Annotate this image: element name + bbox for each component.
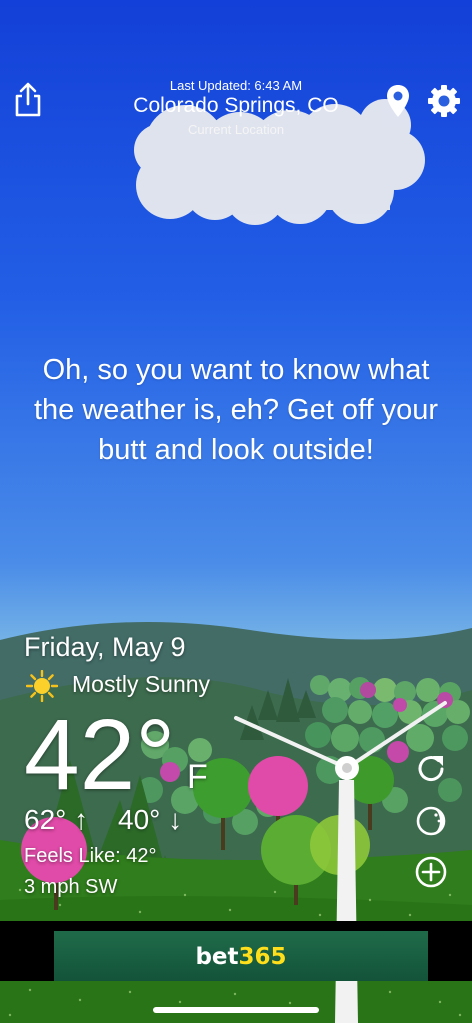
ad-brand-logo: bet365	[54, 944, 428, 970]
arrow-down-icon: ↓	[168, 804, 183, 835]
moon-icon[interactable]	[414, 804, 448, 838]
low-temp-value: 40°	[118, 804, 161, 835]
location-pin-icon[interactable]	[385, 84, 411, 118]
low-temp: 40° ↓	[118, 804, 182, 836]
feels-like: Feels Like: 42°	[24, 845, 157, 867]
home-indicator[interactable]	[153, 1007, 319, 1013]
ad-brand-part2: 365	[238, 944, 287, 970]
ad-inner[interactable]: bet365	[54, 931, 428, 981]
temperature-unit[interactable]: F	[187, 758, 208, 797]
snarky-message: Oh, so you want to know what the weather…	[33, 354, 439, 466]
high-temp: 62° ↑	[24, 804, 88, 836]
plus-circle-icon[interactable]	[414, 855, 448, 889]
refresh-icon[interactable]	[414, 752, 448, 786]
ad-brand-part1: bet	[195, 944, 239, 970]
wind: 3 mph SW	[24, 876, 118, 898]
arrow-up-icon: ↑	[74, 804, 89, 835]
current-temperature: 42°	[24, 699, 176, 811]
ad-banner: bet365	[0, 921, 472, 981]
gear-icon[interactable]	[427, 84, 461, 118]
landscape-scene	[0, 99, 472, 1023]
high-temp-value: 62°	[24, 804, 67, 835]
sun-icon	[25, 669, 59, 703]
weather-condition: Mostly Sunny	[72, 671, 211, 697]
location-subtitle: Current Location	[187, 122, 285, 137]
weather-date: Friday, May 9	[24, 632, 186, 662]
